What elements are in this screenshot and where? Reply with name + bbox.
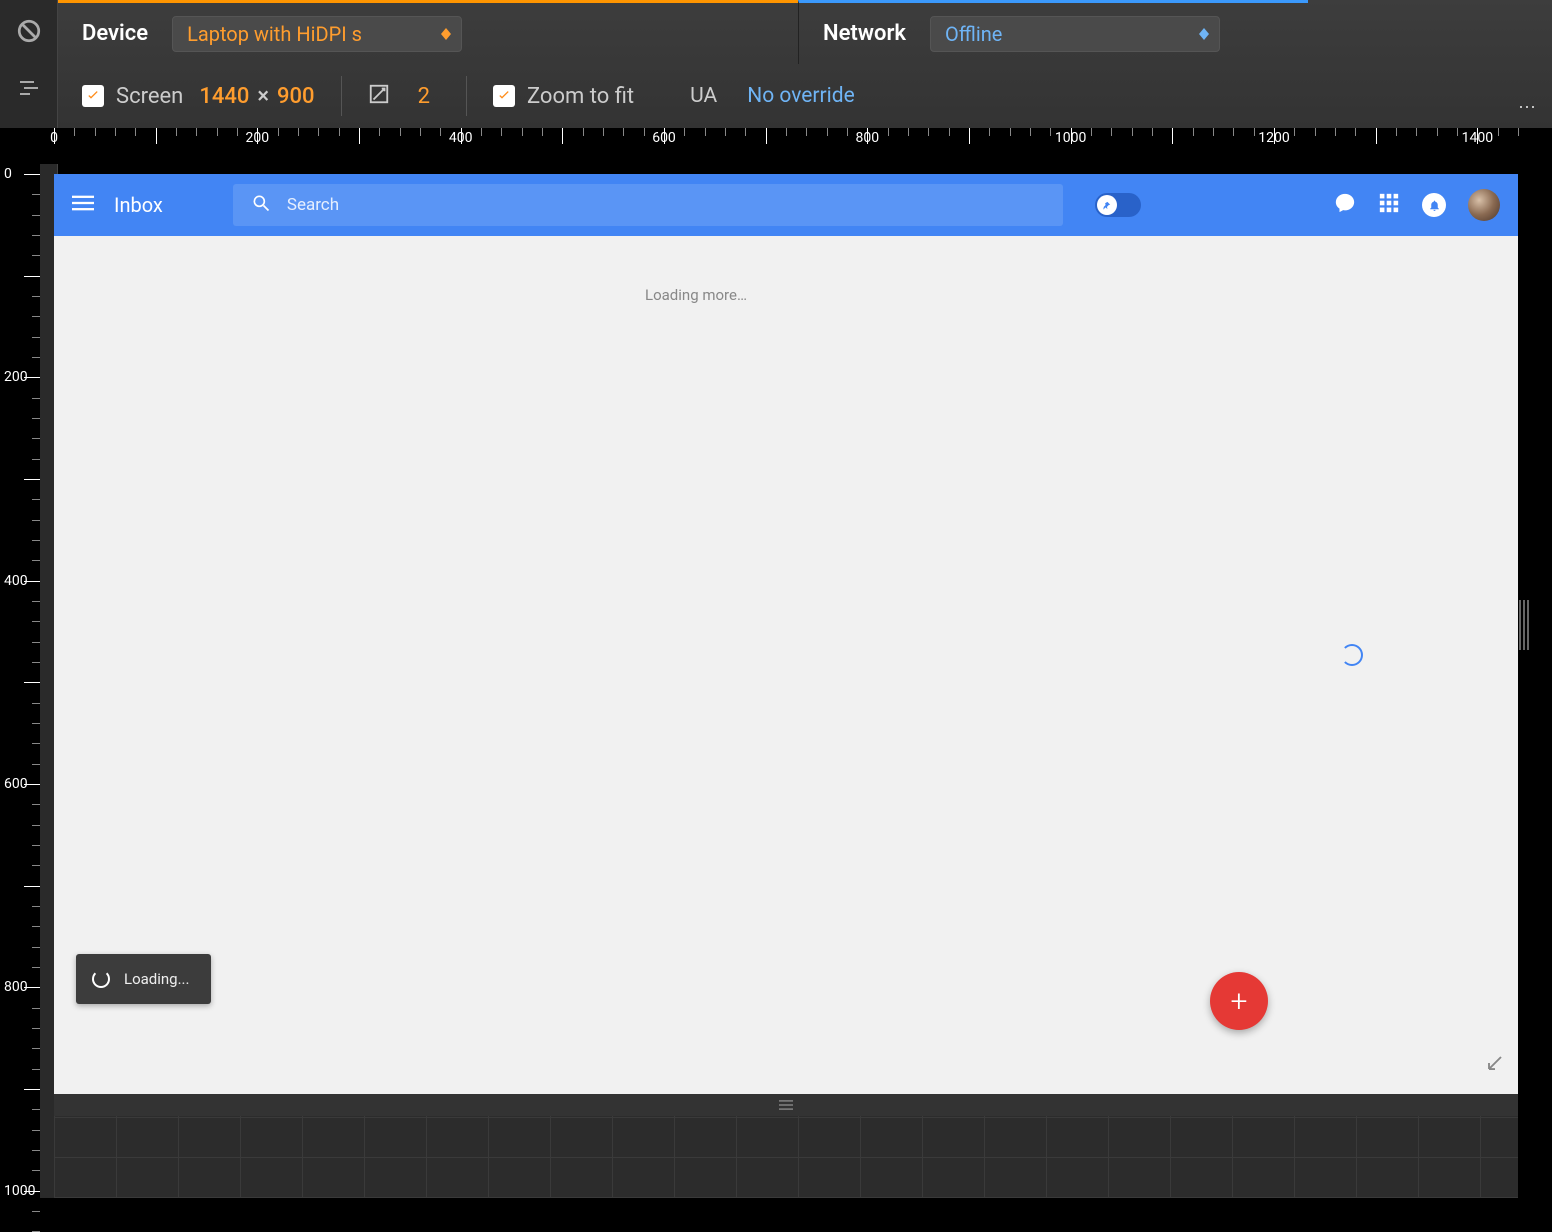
hamburger-icon[interactable] (72, 192, 94, 218)
devtools-toolbar: Device Laptop with HiDPI s Network Offli… (58, 0, 1552, 128)
search-input[interactable] (287, 195, 1045, 215)
compose-fab[interactable]: + (1210, 972, 1268, 1030)
network-select[interactable]: Offline (930, 16, 1220, 52)
device-panel: Device Laptop with HiDPI s (58, 0, 798, 64)
timeline-grid (54, 1116, 1518, 1198)
no-entry-icon[interactable] (16, 18, 42, 48)
separator (341, 76, 342, 116)
inbox-app-bar: Inbox (54, 174, 1518, 236)
checkbox-checked-icon (82, 85, 104, 107)
ua-label: UA (690, 84, 717, 108)
viewport-dimensions[interactable]: 1440×900 (199, 84, 314, 109)
network-value: Offline (945, 22, 1002, 46)
user-avatar[interactable] (1468, 189, 1500, 221)
plus-icon: + (1231, 984, 1248, 1019)
viewport-width: 1440 (199, 84, 249, 109)
dpr-value: 2 (418, 84, 430, 109)
network-label: Network (823, 21, 906, 46)
separator (466, 76, 467, 116)
notifications-icon[interactable] (1422, 193, 1446, 217)
dpr-icon[interactable] (368, 83, 390, 109)
app-title: Inbox (114, 193, 163, 217)
viewport-resize-handle[interactable] (1518, 580, 1530, 670)
checkbox-checked-icon (493, 85, 515, 107)
loading-toast: Loading... (76, 954, 211, 1004)
loading-more-text: Loading more… (0, 236, 1518, 304)
device-value: Laptop with HiDPI s (187, 22, 362, 46)
select-arrows-icon (1199, 28, 1209, 40)
viewport-height: 900 (277, 84, 315, 109)
more-options-icon[interactable]: ⋯ (1518, 97, 1538, 118)
dimension-separator: × (249, 84, 277, 109)
network-panel: Network Offline (798, 0, 1308, 64)
hangouts-icon[interactable] (1334, 192, 1356, 218)
screen-checkbox[interactable]: Screen (82, 84, 183, 109)
ruler-label: 0 (4, 166, 12, 182)
zoom-label: Zoom to fit (527, 84, 634, 109)
spinner-icon (1341, 644, 1363, 666)
spinner-icon (92, 970, 110, 988)
pin-toggle[interactable] (1095, 193, 1141, 217)
ua-value[interactable]: No override (747, 84, 854, 108)
sliders-icon[interactable] (17, 76, 41, 104)
screen-label: Screen (116, 84, 183, 109)
search-bar[interactable] (233, 184, 1063, 226)
resize-handle-icon[interactable] (1486, 1054, 1504, 1072)
drawer-handle[interactable] (54, 1094, 1518, 1116)
zoom-checkbox[interactable]: Zoom to fit (493, 84, 634, 109)
apps-grid-icon[interactable] (1378, 192, 1400, 218)
inbox-content: Loading more… Loading... + (54, 236, 1518, 1094)
ruler-horizontal: 0200400600800100012001400 (40, 128, 1552, 164)
toast-text: Loading... (124, 970, 189, 988)
device-select[interactable]: Laptop with HiDPI s (172, 16, 462, 52)
select-arrows-icon (441, 28, 451, 40)
emulated-viewport: Inbox Loading more… (54, 174, 1518, 1094)
device-label: Device (82, 21, 148, 46)
pin-icon (1097, 195, 1117, 215)
search-icon (251, 193, 271, 217)
